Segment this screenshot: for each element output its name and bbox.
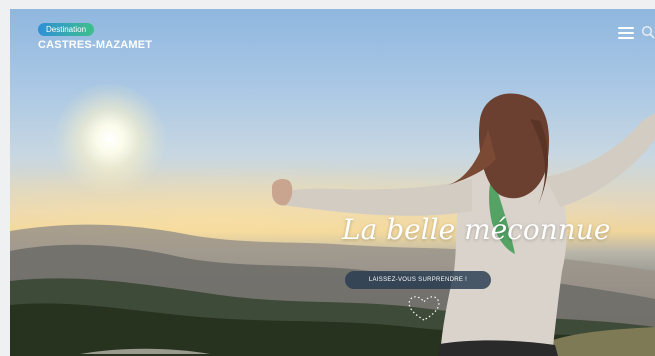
logo-name: CASTRES-MAZAMET <box>38 39 153 51</box>
logo-badge: Destination <box>38 23 95 36</box>
woman-silhouette <box>272 93 655 356</box>
surprise-cta-button[interactable]: LAISSEZ-VOUS SURPRENDRE ! <box>345 271 491 289</box>
dotted-heart-scroll-icon[interactable] <box>404 293 444 323</box>
search-icon[interactable] <box>641 25 655 39</box>
hamburger-menu-icon[interactable] <box>618 27 634 39</box>
site-logo[interactable]: Destination CASTRES-MAZAMET <box>38 19 152 51</box>
hero-tagline: La belle méconnue <box>342 213 611 246</box>
hero-banner <box>10 9 655 356</box>
